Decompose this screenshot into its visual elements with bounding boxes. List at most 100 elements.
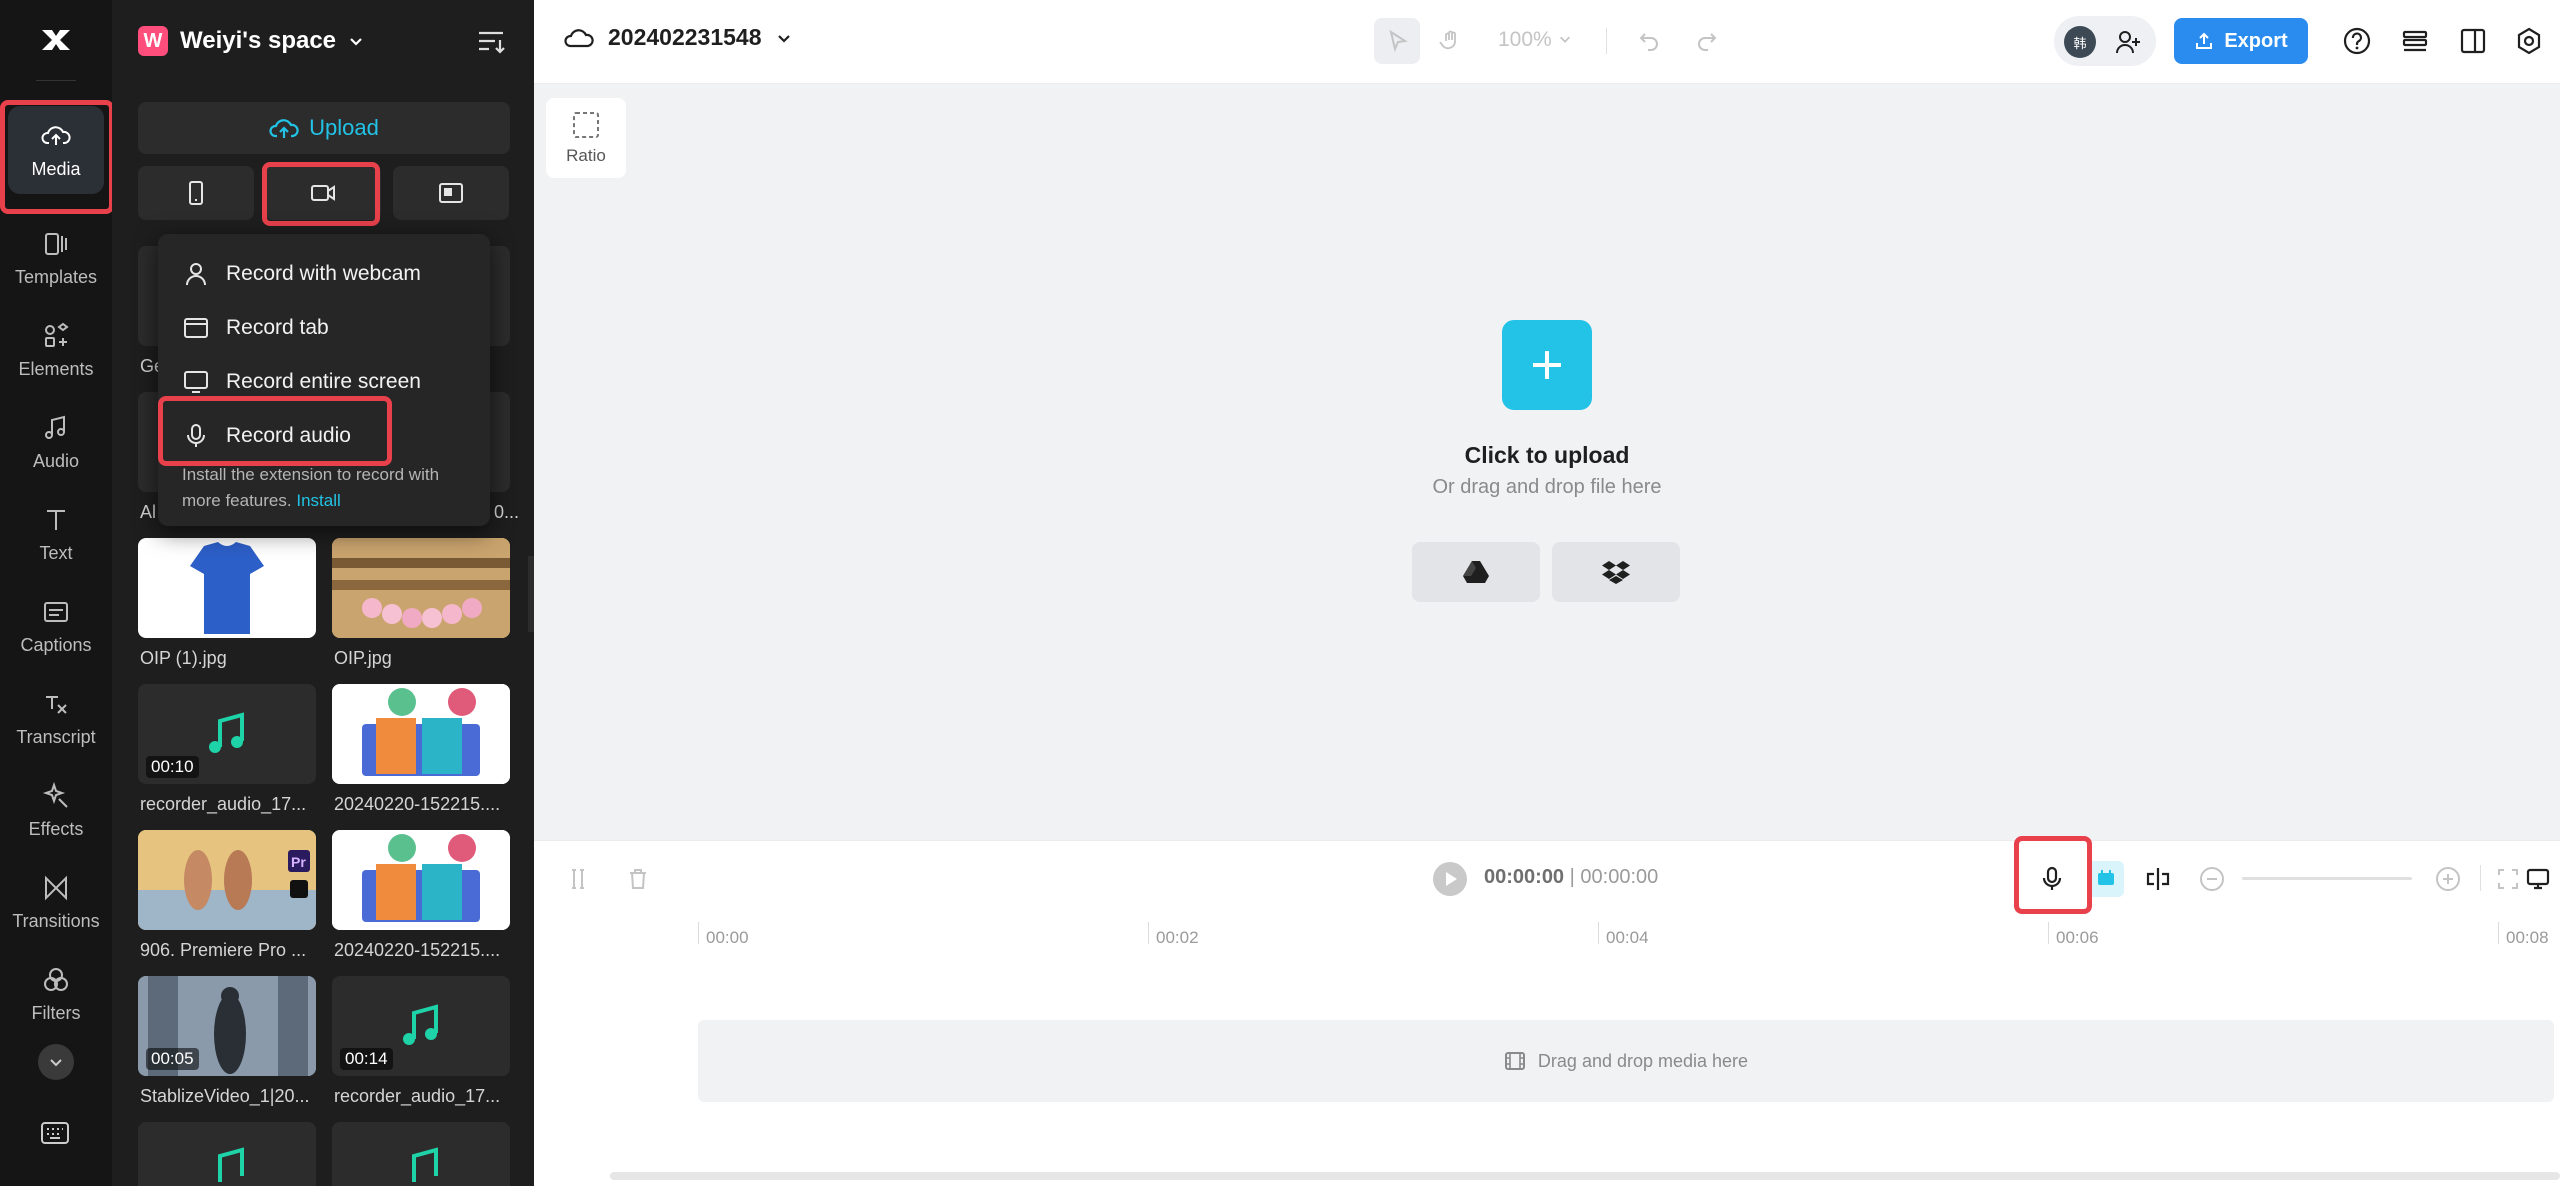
timeline-drop-zone[interactable]: Drag and drop media here (698, 1020, 2554, 1102)
upload-button[interactable]: Upload (138, 102, 510, 154)
ruler-label: 00:04 (1606, 928, 1649, 947)
rail-item-elements[interactable]: Elements (8, 306, 104, 394)
layout-panel-icon[interactable] (2458, 26, 2488, 56)
settings-icon[interactable] (2514, 26, 2544, 56)
delete-button[interactable] (622, 863, 654, 895)
upload-plus-button[interactable] (1502, 320, 1592, 410)
auto-snap-button[interactable] (2088, 861, 2124, 897)
rail-item-transcript[interactable]: Transcript (8, 674, 104, 762)
play-icon (1433, 862, 1467, 896)
space-switcher[interactable]: W Weiyi's space (138, 26, 364, 56)
add-user-icon[interactable] (2114, 28, 2142, 56)
hand-tool-button[interactable] (1428, 18, 1474, 64)
undo-icon (1639, 33, 1658, 51)
timeline-zoom-slider[interactable] (2242, 877, 2412, 880)
rail-item-media[interactable]: Media (8, 106, 104, 194)
dropbox-icon (1602, 561, 1630, 584)
phone-upload-button[interactable] (138, 166, 254, 220)
timeline-ruler[interactable]: 00:00 00:02 00:04 00:06 00:08 (534, 914, 2560, 964)
dropbox-button[interactable] (1552, 542, 1680, 602)
click-to-upload-text[interactable]: Click to upload (534, 442, 2560, 469)
rail-item-label: Media (31, 158, 81, 179)
zoom-out-button[interactable] (2196, 863, 2228, 895)
rail-more-button[interactable] (38, 1044, 74, 1080)
rail-item-templates[interactable]: Templates (8, 214, 104, 302)
redo-button[interactable] (1684, 18, 1730, 64)
music-note-icon (403, 1004, 438, 1045)
rail-item-filters[interactable]: Filters (8, 950, 104, 1038)
media-thumb[interactable]: 00:10 (138, 684, 316, 784)
zoom-in-button[interactable] (2432, 863, 2464, 895)
elements-icon (45, 322, 69, 347)
split-icon (572, 869, 584, 889)
music-note-icon (209, 712, 244, 753)
browser-tab-icon (184, 318, 208, 338)
undo-button[interactable] (1626, 18, 1672, 64)
google-drive-button[interactable] (1412, 542, 1540, 602)
comment-icon (2526, 868, 2550, 890)
zoom-select[interactable]: 100% (1498, 28, 1572, 52)
split-button[interactable] (562, 863, 594, 895)
capcut-logo-icon[interactable] (38, 22, 74, 58)
runners-image: Pr (138, 830, 316, 930)
left-rail: Media Templates Elements Audio Text Capt… (0, 0, 112, 1186)
duration-badge: 00:05 (146, 1048, 199, 1070)
transitions-icon (45, 875, 67, 900)
menu-record-webcam[interactable]: Record with webcam (182, 254, 421, 294)
menu-record-screen[interactable]: Record entire screen (182, 362, 421, 402)
split-scene-button[interactable] (2142, 863, 2174, 895)
keyboard-icon[interactable] (40, 1120, 70, 1146)
record-voiceover-button[interactable] (2036, 863, 2068, 895)
comment-button[interactable] (2522, 863, 2554, 895)
ratio-button[interactable]: Ratio (546, 98, 626, 178)
media-thumb[interactable]: 00:05 (138, 976, 316, 1076)
fit-timeline-button[interactable] (2492, 863, 2524, 895)
media-label: OIP.jpg (334, 648, 392, 668)
media-thumb[interactable] (332, 830, 510, 930)
play-button[interactable] (1432, 861, 1468, 897)
phone-icon (189, 181, 203, 205)
sort-icon[interactable] (476, 28, 506, 54)
media-thumb[interactable] (332, 1122, 510, 1186)
chevron-down-icon (350, 38, 362, 46)
monitor-icon (184, 371, 208, 393)
export-button[interactable]: Export (2174, 18, 2308, 64)
rail-item-audio[interactable]: Audio (8, 398, 104, 486)
upload-label: Upload (309, 115, 379, 140)
menu-item-label: Record tab (226, 316, 329, 339)
menu-record-audio[interactable]: Record audio (182, 416, 351, 456)
install-link[interactable]: Install (296, 491, 340, 510)
layers-icon[interactable] (2400, 26, 2430, 56)
rail-item-transitions[interactable]: Transitions (8, 858, 104, 946)
rail-item-effects[interactable]: Effects (8, 766, 104, 854)
timeline-scrollbar[interactable] (610, 1172, 2560, 1180)
film-icon (1504, 1052, 1525, 1070)
drop-hint: Drag and drop media here (1537, 1050, 1749, 1071)
media-thumb[interactable] (332, 684, 510, 784)
menu-record-tab[interactable]: Record tab (182, 308, 329, 348)
media-thumb[interactable] (138, 538, 316, 638)
avatar[interactable]: 韩 (2064, 26, 2096, 58)
timeline-toolbar: 00:00:00 | 00:00:00 (534, 840, 2560, 914)
media-thumb[interactable] (332, 538, 510, 638)
help-icon[interactable] (2342, 26, 2372, 56)
drag-drop-text: Or drag and drop file here (1432, 476, 1662, 498)
media-thumb[interactable] (138, 1122, 316, 1186)
google-drive-icon (1463, 561, 1489, 583)
media-label: StablizeVideo_1|20... (140, 1086, 310, 1106)
project-title[interactable]: 202402231548 (564, 24, 792, 51)
screen-upload-button[interactable] (393, 166, 509, 220)
media-label: recorder_audio_17... (140, 794, 307, 814)
ruler-tick (1598, 922, 1599, 944)
select-tool-button[interactable] (1374, 18, 1420, 64)
extension-note: Install the extension to record with mor… (182, 462, 462, 514)
project-name: 202402231548 (608, 24, 762, 50)
media-thumb[interactable]: 00:14 (332, 976, 510, 1076)
person-icon (186, 263, 206, 286)
rail-item-captions[interactable]: Captions (8, 582, 104, 670)
record-button[interactable] (265, 166, 381, 220)
media-thumb[interactable]: Pr (138, 830, 316, 930)
rail-item-label: Elements (18, 358, 94, 379)
rail-item-text[interactable]: Text (8, 490, 104, 578)
chevron-down-icon (50, 1059, 62, 1067)
